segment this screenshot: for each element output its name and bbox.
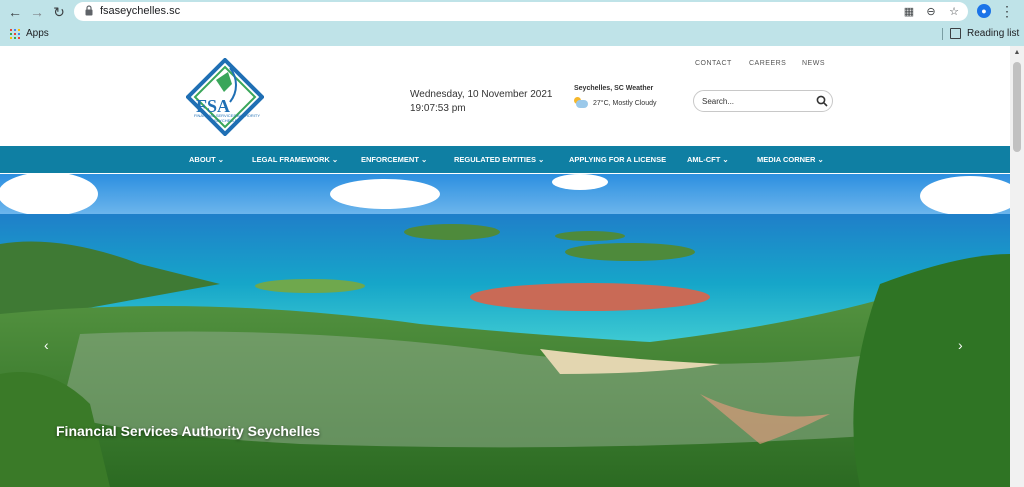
lock-icon [85,5,93,16]
nav-item-applying-for-a-license[interactable]: APPLYING FOR A LICENSE [569,155,666,164]
nav-item-aml-cft[interactable]: AML-CFT ⌄ [687,155,729,164]
scroll-up-icon[interactable]: ▲ [1013,49,1021,57]
hero-caption: Financial Services Authority Seychelles [56,423,321,439]
back-arrow-icon[interactable]: ← [6,3,24,21]
search-box [693,90,833,112]
slider-prev-icon[interactable]: ‹ [44,337,49,353]
time-line: 19:07:53 pm [410,103,466,114]
apps-grid-icon[interactable] [10,29,20,39]
scrollbar-thumb[interactable] [1013,62,1021,152]
logo-subtext: FINANCIAL SERVICES AUTHORITY SEYCHELLES [193,113,260,123]
weather-title: Seychelles, SC Weather [574,85,654,92]
browser-toolbar: ← → ↻ fsaseychelles.sc ▦ ⊖ ☆ ● ⋮ [0,0,1024,23]
address-bar[interactable]: fsaseychelles.sc ▦ ⊖ ☆ [74,2,968,21]
reading-list-link[interactable]: Reading list [967,28,1019,39]
hero-slider[interactable]: ‹ › Financial Services Authority Seychel… [0,174,1010,487]
profile-avatar-icon[interactable]: ● [977,4,991,18]
apps-link[interactable]: Apps [26,28,49,39]
contact-link[interactable]: CONTACT [695,60,732,67]
page-scrollbar[interactable]: ▲ [1010,46,1024,487]
url-text: fsaseychelles.sc [100,5,181,17]
weather-text: 27°C, Mostly Cloudy [593,100,657,107]
main-navigation: ABOUT ⌄ LEGAL FRAMEWORK ⌄ ENFORCEMENT ⌄ … [0,146,1010,173]
bookmarks-divider [942,28,943,40]
slider-next-icon[interactable]: › [958,337,963,353]
browser-chrome: ← → ↻ fsaseychelles.sc ▦ ⊖ ☆ ● ⋮ Apps Re… [0,0,1024,46]
nav-item-legal-framework[interactable]: LEGAL FRAMEWORK ⌄ [252,155,338,164]
nav-item-enforcement[interactable]: ENFORCEMENT ⌄ [361,155,427,164]
reload-icon[interactable]: ↻ [50,3,68,21]
reading-list-icon[interactable] [950,28,961,39]
forward-arrow-icon[interactable]: → [28,3,46,21]
search-input[interactable] [702,94,812,108]
careers-link[interactable]: CAREERS [749,60,786,67]
news-link[interactable]: NEWS [802,60,825,67]
menu-kebab-icon[interactable]: ⋮ [1000,3,1014,19]
star-bookmark-icon[interactable]: ☆ [947,5,961,19]
qr-code-icon[interactable]: ▦ [902,5,916,19]
nav-item-regulated-entities[interactable]: REGULATED ENTITIES ⌄ [454,155,544,164]
web-page: FSA FINANCIAL SERVICES AUTHORITY SEYCHEL… [0,46,1010,487]
hero-landscape-image [0,174,1010,487]
zoom-icon[interactable]: ⊖ [924,5,938,19]
nav-item-media-corner[interactable]: MEDIA CORNER ⌄ [757,155,824,164]
search-icon[interactable] [816,95,828,107]
bookmarks-bar: Apps Reading list [0,24,1024,44]
date-line: Wednesday, 10 November 2021 [410,89,553,100]
nav-item-about[interactable]: ABOUT ⌄ [189,155,224,164]
cloud-icon [576,100,588,108]
date-time: Wednesday, 10 November 2021 19:07:53 pm [410,88,553,116]
